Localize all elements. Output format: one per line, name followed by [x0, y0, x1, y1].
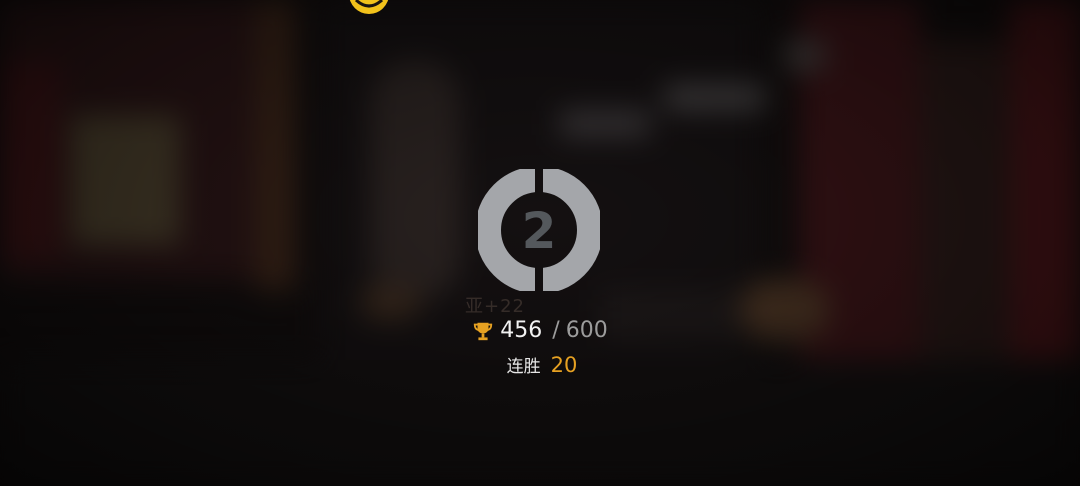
faded-rank-delta-text: 亚+22: [465, 296, 525, 317]
rank-badge: 2: [475, 166, 603, 294]
win-streak-label: 连胜: [506, 357, 541, 377]
rank-number: 2: [522, 202, 557, 260]
current-points: 456: [500, 318, 543, 343]
win-streak-value: 20: [550, 353, 578, 377]
result-screen: 2 亚+22 456 / 600 连胜 20: [0, 0, 1080, 486]
win-streak-row: 连胜 20: [0, 352, 1080, 377]
character-face-icon: [349, 0, 389, 14]
points-separator: /: [552, 318, 560, 343]
rank-points-row: 456 / 600: [0, 318, 1080, 343]
max-points: 600: [565, 318, 608, 343]
trophy-icon: [474, 322, 493, 340]
